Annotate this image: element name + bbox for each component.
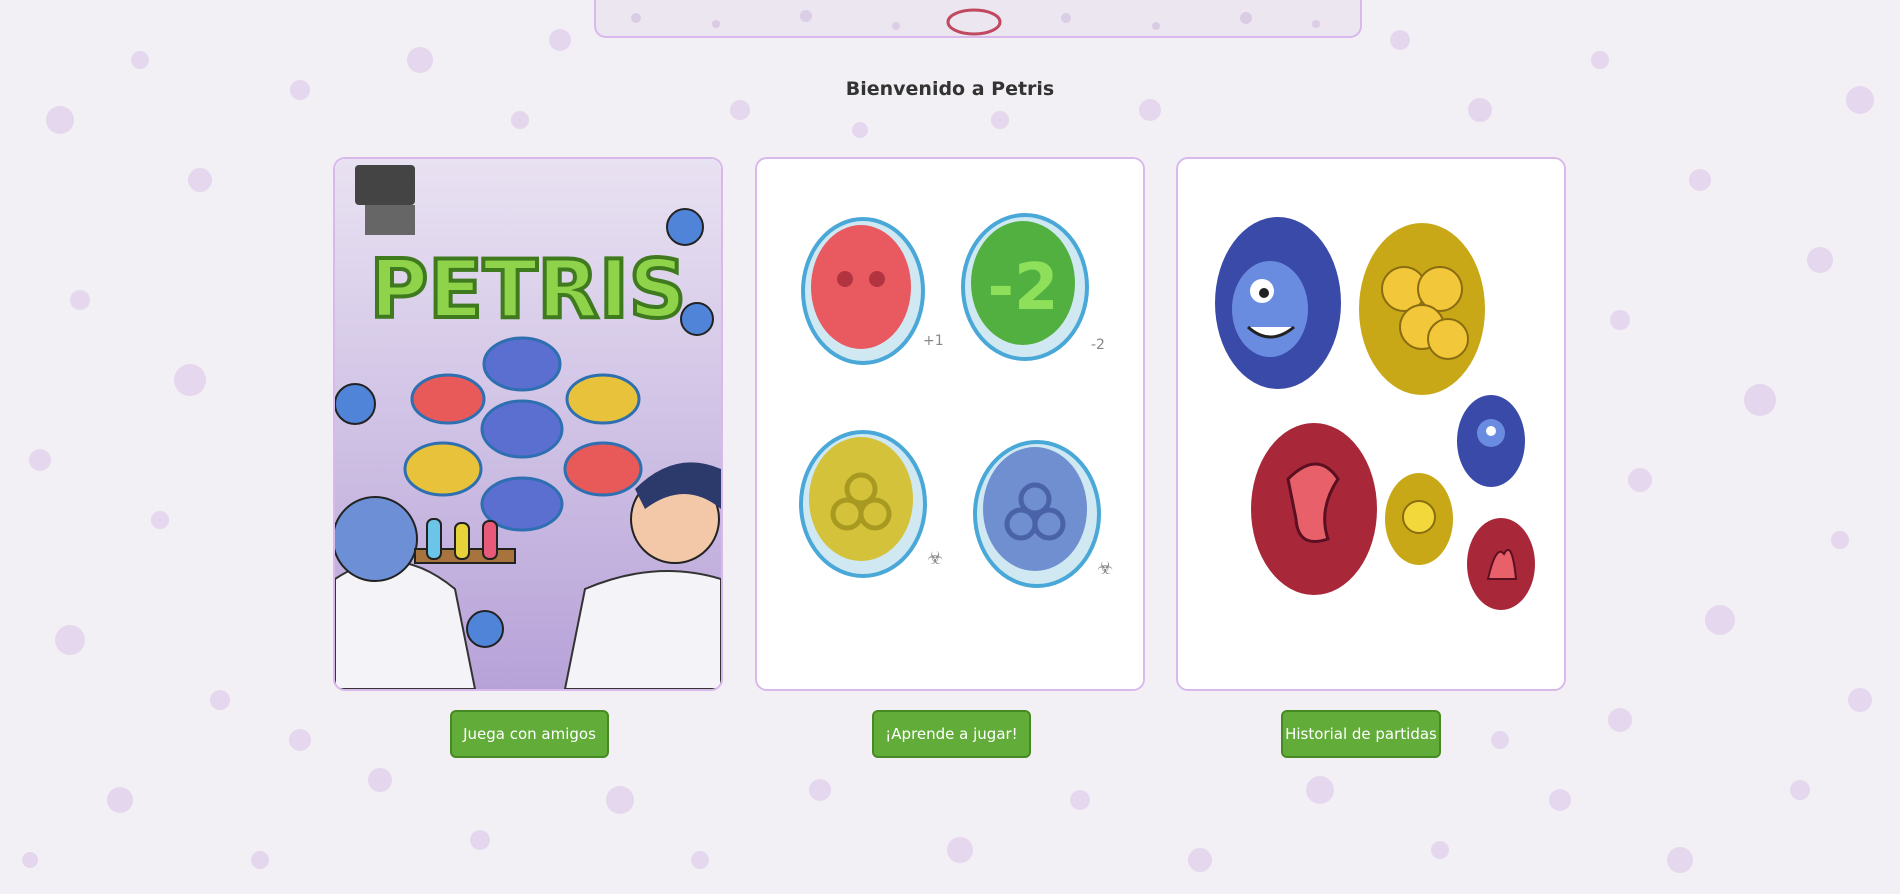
- biohazard-small-icon: ☣: [1097, 558, 1113, 579]
- header-banner: [594, 0, 1362, 38]
- banner-decoration: [631, 8, 1320, 36]
- petris-logo: PETRIS: [370, 243, 687, 336]
- dish-minus-two-mark: -2: [987, 251, 1058, 325]
- play-with-friends-button[interactable]: Juega con amigos: [450, 710, 609, 758]
- germs-illustration: [1178, 159, 1564, 689]
- page-title: Bienvenido a Petris: [845, 78, 1055, 100]
- game-history-button[interactable]: Historial de partidas: [1281, 710, 1441, 758]
- microscope-icon: [355, 165, 415, 205]
- game-cover-card: PETRIS: [333, 157, 723, 691]
- game-cover-illustration: PETRIS: [335, 159, 721, 689]
- dish-badge-plus-one: +1: [923, 333, 944, 349]
- tutorial-card: +1 -2 -2 ☣ ☣: [755, 157, 1145, 691]
- dish-tokens-illustration: +1 -2 -2 ☣ ☣: [757, 159, 1143, 689]
- dish-badge-minus-two: -2: [1091, 337, 1105, 353]
- history-card: [1176, 157, 1566, 691]
- biohazard-small-icon: ☣: [927, 548, 943, 569]
- learn-to-play-button[interactable]: ¡Aprende a jugar!: [872, 710, 1031, 758]
